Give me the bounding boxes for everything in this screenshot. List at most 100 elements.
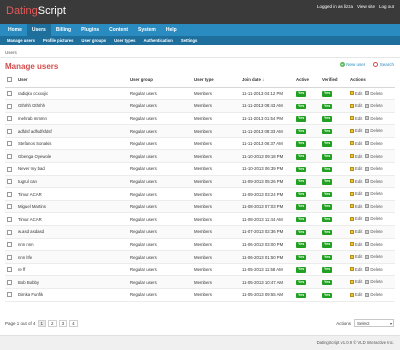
row-checkbox[interactable] (7, 166, 12, 172)
row-checkbox[interactable] (7, 141, 12, 147)
user-name-cell[interactable]: GthIhh GthIhh (16, 99, 128, 113)
subnav-authentication[interactable]: Authentication (140, 36, 177, 45)
nav-users[interactable]: Users (26, 24, 51, 36)
edit-button[interactable]: Edit (350, 279, 362, 284)
page-3-button[interactable]: 3 (58, 320, 68, 327)
active-badge[interactable]: Yes (296, 166, 307, 173)
nav-content[interactable]: Content (104, 24, 133, 36)
edit-button[interactable]: Edit (350, 166, 362, 171)
row-checkbox[interactable] (7, 292, 12, 298)
search-button[interactable]: Search (373, 62, 394, 67)
active-badge[interactable]: Yes (296, 216, 307, 223)
verified-badge[interactable]: Yes (322, 116, 333, 122)
row-checkbox[interactable] (7, 242, 12, 248)
verified-badge[interactable]: Yes (322, 242, 333, 248)
verified-badge[interactable]: Yes (322, 166, 333, 173)
edit-button[interactable]: Edit (350, 254, 362, 259)
delete-button[interactable]: Delete (365, 141, 383, 146)
delete-button[interactable]: Delete (365, 103, 383, 108)
row-checkbox[interactable] (7, 191, 12, 197)
subnav-profile-pictures[interactable]: Profile pictures (39, 36, 77, 45)
table-row[interactable]: w.asd asdasd Regular users Members 11-07-20… (5, 225, 395, 239)
logout-link[interactable]: Log out (379, 4, 394, 9)
user-name-cell[interactable]: Dimka Funfik (16, 288, 128, 302)
subnav-manage-users[interactable]: Manage users (3, 36, 39, 45)
table-row[interactable]: nnn lIfe Regular users Members 11-06-2013 0… (5, 250, 395, 264)
active-badge[interactable]: Yes (296, 242, 307, 248)
row-checkbox[interactable] (7, 279, 12, 285)
select-all-checkbox[interactable] (7, 77, 12, 83)
delete-button[interactable]: Delete (365, 91, 383, 96)
col-active-header[interactable]: Active (294, 73, 320, 88)
table-row[interactable]: re ff Regular users Members 11-05-2013 11:5… (5, 263, 395, 277)
user-name-cell[interactable]: Never my bad (16, 162, 128, 176)
verified-badge[interactable]: Yes (322, 267, 333, 273)
nav-billing[interactable]: Billing (51, 24, 76, 36)
delete-button[interactable]: Delete (365, 128, 383, 133)
edit-button[interactable]: Edit (350, 216, 362, 221)
active-badge[interactable]: Yes (296, 103, 307, 110)
user-name-cell[interactable]: adfdsf adfsdfsfdsf (16, 124, 128, 138)
delete-button[interactable]: Delete (365, 279, 383, 284)
delete-button[interactable]: Delete (365, 154, 383, 159)
active-badge[interactable]: Yes (296, 179, 307, 185)
user-name-cell[interactable]: Gbenga Oyewole (16, 149, 128, 164)
edit-button[interactable]: Edit (350, 91, 362, 96)
col-user-header[interactable]: User (16, 73, 128, 88)
row-checkbox[interactable] (7, 179, 12, 185)
page-1-button[interactable]: 1 (37, 320, 47, 327)
table-row[interactable]: GthIhh GthIhh Regular users Members 11-11-2… (5, 99, 395, 113)
table-row[interactable]: adfdsf adfsdfsfdsf Regular users Members 11… (5, 124, 395, 138)
app-logo[interactable]: DatingScript (6, 5, 66, 17)
active-badge[interactable]: Yes (296, 229, 307, 236)
user-name-cell[interactable]: Bob Bobby (16, 275, 128, 289)
active-badge[interactable]: Yes (296, 141, 307, 147)
row-checkbox[interactable] (7, 90, 12, 96)
row-checkbox[interactable] (7, 267, 12, 273)
user-name-cell[interactable]: mehrab mmmn (16, 112, 128, 126)
edit-button[interactable]: Edit (350, 179, 362, 184)
row-checkbox[interactable] (7, 204, 12, 210)
edit-button[interactable]: Edit (350, 103, 362, 108)
active-badge[interactable]: Yes (296, 254, 307, 261)
delete-button[interactable]: Delete (365, 191, 383, 196)
active-badge[interactable]: Yes (296, 91, 307, 97)
user-name-cell[interactable]: radiqko ccxxxjic (16, 87, 128, 101)
user-name-cell[interactable]: nnn nnn (16, 238, 128, 252)
view-site-link[interactable]: View site (357, 4, 375, 9)
nav-system[interactable]: System (133, 24, 161, 36)
verified-badge[interactable]: Yes (322, 216, 333, 223)
bulk-actions-select[interactable]: Select ▾ (354, 319, 394, 327)
delete-button[interactable]: Delete (365, 166, 383, 171)
delete-button[interactable]: Delete (365, 267, 383, 272)
verified-badge[interactable]: Yes (322, 292, 333, 299)
new-user-button[interactable]: + New user (339, 62, 365, 67)
table-row[interactable]: tugrul can Regular users Members 11-09-2013… (5, 175, 395, 189)
edit-button[interactable]: Edit (350, 204, 362, 209)
delete-button[interactable]: Delete (365, 179, 383, 184)
active-badge[interactable]: Yes (296, 154, 307, 160)
delete-button[interactable]: Delete (365, 116, 383, 121)
verified-badge[interactable]: Yes (322, 154, 333, 160)
user-name-cell[interactable]: w.asd asdasd (16, 225, 128, 239)
subnav-user-groups[interactable]: User groups (77, 36, 110, 45)
row-checkbox[interactable] (7, 103, 12, 109)
verified-badge[interactable]: Yes (322, 91, 333, 97)
verified-badge[interactable]: Yes (322, 103, 333, 110)
verified-badge[interactable]: Yes (322, 254, 333, 261)
edit-button[interactable]: Edit (350, 242, 362, 247)
user-name-cell[interactable]: re ff (16, 263, 128, 277)
col-joined-header[interactable]: Join date ↓ (240, 73, 294, 88)
verified-badge[interactable]: Yes (322, 141, 333, 147)
edit-button[interactable]: Edit (350, 267, 362, 272)
delete-button[interactable]: Delete (365, 229, 383, 234)
col-type-header[interactable]: User type (192, 73, 240, 88)
row-checkbox[interactable] (7, 216, 12, 222)
active-badge[interactable]: Yes (296, 128, 307, 135)
edit-button[interactable]: Edit (350, 229, 362, 234)
row-checkbox[interactable] (7, 116, 12, 122)
verified-badge[interactable]: Yes (322, 128, 333, 135)
edit-button[interactable]: Edit (350, 116, 362, 121)
delete-button[interactable]: Delete (365, 242, 383, 247)
row-checkbox[interactable] (7, 229, 12, 235)
